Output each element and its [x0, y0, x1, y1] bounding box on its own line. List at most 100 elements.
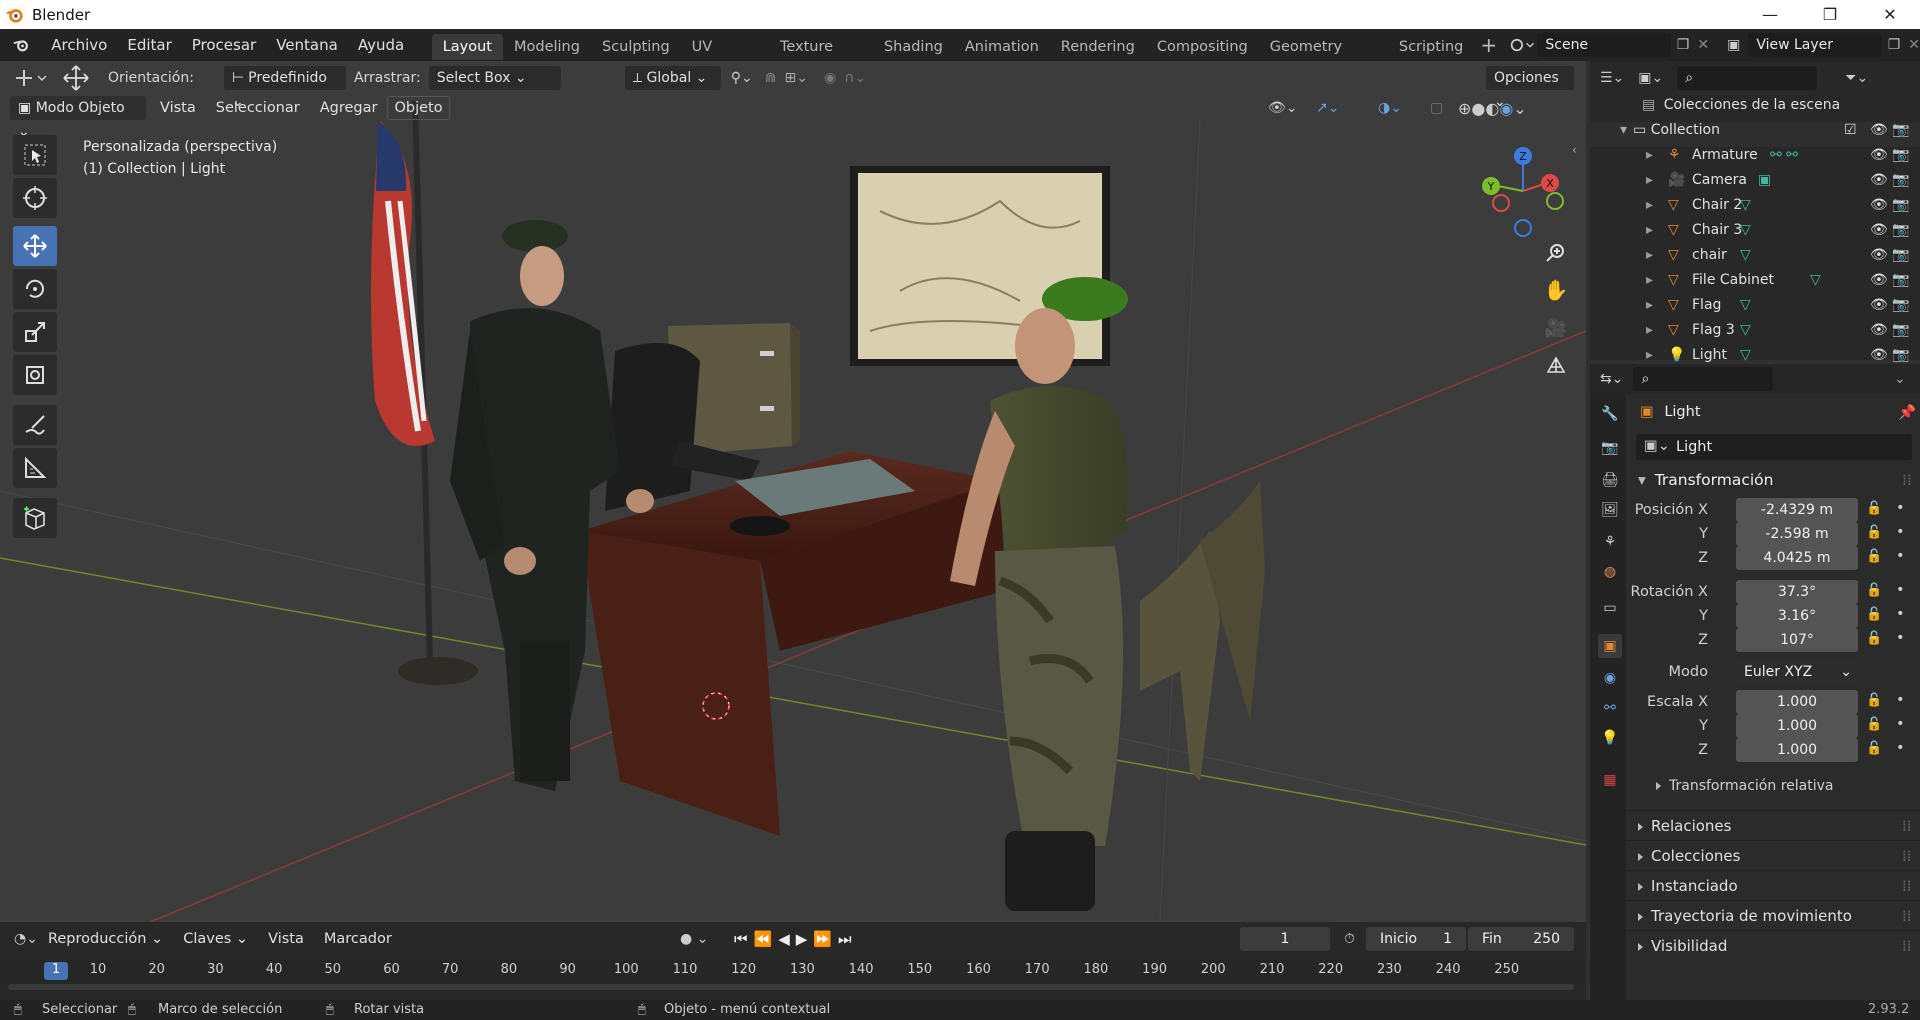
transform-tool-dropdown-icon[interactable] — [12, 68, 48, 88]
timeline-menu-reproduccion[interactable]: Reproducción ⌄ — [38, 923, 173, 955]
proportional-edit-icon[interactable]: ◉ — [824, 70, 836, 86]
world-tab-icon[interactable]: ◍ — [1598, 560, 1622, 584]
pan-button[interactable]: ✋ — [1540, 274, 1572, 306]
eye-icon[interactable]: 👁 — [1870, 222, 1888, 238]
ortho-toggle-button[interactable] — [1540, 349, 1572, 381]
tab-modeling[interactable]: Modeling — [503, 34, 591, 60]
expand-icon[interactable]: ▸ — [1646, 147, 1653, 163]
properties-panel[interactable]: Relaciones ⁞⁞ — [1626, 810, 1920, 840]
scene-field[interactable]: Scene — [1537, 33, 1671, 57]
lock-icon[interactable]: 🔓 — [1866, 631, 1882, 646]
drag-dropdown[interactable]: Select Box ⌄ — [428, 66, 561, 90]
outliner-editor-icon[interactable]: ☰⌄ — [1600, 70, 1624, 86]
outliner-item[interactable]: ▸ ▽ chair ▽ 👁 📷 — [1590, 247, 1920, 272]
display-mode-icon[interactable]: ▣⌄ — [1638, 70, 1663, 86]
render-icon[interactable]: 📷 — [1892, 272, 1909, 288]
outliner-item[interactable]: ▸ ⚘ Armature ⚯ ⚯ 👁 📷 — [1590, 147, 1920, 172]
lock-icon[interactable]: 🔓 — [1866, 583, 1882, 598]
shading-modes-icon[interactable]: ⊕●◐◉⌄ — [1458, 99, 1527, 118]
outliner-collection[interactable]: ▾ ▭ Collection ☑ 👁 📷 — [1590, 122, 1920, 147]
eye-icon[interactable]: 👁 — [1870, 322, 1888, 338]
lock-icon[interactable]: 🔓 — [1866, 693, 1882, 708]
frame-ruler[interactable]: 10 20 30 40 50 60 70 80 90 100 110 120 130 140 150 160 1… — [0, 958, 1586, 984]
properties-search[interactable]: ⌕ — [1633, 367, 1774, 391]
move-tool[interactable] — [13, 226, 57, 266]
3d-viewport[interactable]: Orientación: ⊢ Predefinido ⌄ Arrastrar: S… — [0, 61, 1586, 922]
snap-icon[interactable]: ⋒ — [765, 70, 777, 86]
properties-panel[interactable]: Visibilidad ⁞⁞ — [1626, 930, 1920, 960]
render-icon[interactable]: 📷 — [1892, 172, 1909, 188]
select-box-tool[interactable] — [13, 135, 57, 175]
falloff-icon[interactable]: ∩⌄ — [844, 70, 866, 86]
end-frame-field[interactable]: Fin 250 — [1468, 927, 1574, 951]
outliner-search[interactable]: ⌕ — [1677, 66, 1818, 90]
expand-icon[interactable]: ▸ — [1646, 347, 1653, 363]
tab-animation[interactable]: Animation — [954, 34, 1050, 60]
rotation-x-field[interactable]: 37.3° — [1736, 580, 1858, 604]
collection-checkbox[interactable]: ☑ — [1844, 122, 1857, 138]
keyframe-dot-icon[interactable]: • — [1896, 692, 1905, 708]
outliner-item[interactable]: ▸ ▽ Flag ▽ 👁 📷 — [1590, 297, 1920, 322]
outliner-root[interactable]: ▤ Colecciones de la escena — [1590, 97, 1920, 122]
rotation-z-field[interactable]: 107° — [1736, 628, 1858, 652]
properties-editor-icon[interactable]: ⇆⌄ — [1600, 371, 1623, 387]
keyframe-dot-icon[interactable]: • — [1896, 524, 1905, 540]
new-view-layer-icon[interactable]: ❐ — [1888, 37, 1901, 53]
view-layer-field[interactable]: View Layer — [1748, 33, 1882, 57]
lock-icon[interactable]: 🔓 — [1866, 501, 1882, 516]
add-workspace-icon[interactable]: + — [1480, 33, 1497, 57]
object-data-icon[interactable]: ▽ — [1740, 197, 1751, 213]
rotation-mode-dropdown[interactable]: Euler XYZ ⌄ — [1736, 660, 1858, 684]
overlay-toggle-icon[interactable]: ◑⌄ — [1378, 100, 1402, 116]
tab-texture-paint[interactable]: Texture Paint — [769, 34, 873, 81]
constraints-tab-icon[interactable]: ⚯ — [1598, 696, 1622, 720]
cursor-tool[interactable] — [13, 178, 57, 218]
keyframe-dot-icon[interactable]: • — [1896, 740, 1905, 756]
menu-ventana[interactable]: Ventana — [266, 29, 348, 61]
delete-view-layer-icon[interactable]: ✕ — [1908, 37, 1920, 53]
position-z-field[interactable]: 4.0425 m — [1736, 546, 1858, 570]
render-icon[interactable]: 📷 — [1892, 247, 1909, 263]
visibility-icon[interactable]: 👁⌄ — [1268, 100, 1298, 116]
render-icon[interactable]: 📷 — [1892, 197, 1909, 213]
object-data-icon[interactable]: ▽ — [1740, 347, 1751, 363]
minimize-button[interactable]: — — [1742, 0, 1798, 29]
scale-tool[interactable] — [13, 312, 57, 352]
expand-icon[interactable]: ▸ — [1646, 272, 1653, 288]
lock-icon[interactable]: 🔓 — [1866, 717, 1882, 732]
eye-icon[interactable]: 👁 — [1870, 247, 1888, 263]
timeline-menu-marcador[interactable]: Marcador — [314, 923, 402, 955]
scale-y-field[interactable]: 1.000 — [1736, 714, 1858, 738]
lock-icon[interactable]: 🔓 — [1866, 741, 1882, 756]
filter-icon[interactable]: ⏷⌄ — [1845, 70, 1868, 86]
lock-icon[interactable]: 🔓 — [1866, 607, 1882, 622]
render-icon[interactable]: 📷 — [1892, 297, 1909, 313]
viewport-menu-agregar[interactable]: Agregar — [310, 92, 388, 124]
render-icon[interactable]: 📷 — [1892, 147, 1909, 163]
current-frame-field[interactable]: 1 — [1240, 927, 1330, 951]
viewport-menu-vista[interactable]: Vista — [150, 92, 206, 124]
menu-archivo[interactable]: Archivo — [41, 29, 117, 61]
orientation-dropdown[interactable]: ⊢ Predefinido ⌄ — [223, 66, 346, 110]
editor-type-icon[interactable]: ◔⌄ — [14, 931, 38, 947]
view-layer-tab-icon[interactable]: 🖼 — [1598, 498, 1622, 522]
outliner-item[interactable]: ▸ ▽ File Cabinet ▽ 👁 📷 — [1590, 272, 1920, 297]
close-window-button[interactable]: ✕ — [1862, 0, 1918, 29]
eye-icon[interactable]: 👁 — [1870, 122, 1888, 138]
scene-render[interactable] — [0, 61, 1586, 922]
eye-icon[interactable]: 👁 — [1870, 272, 1888, 288]
navigation-gizmo[interactable]: Z X Y — [1475, 141, 1565, 241]
tab-geometry-nodes[interactable]: Geometry Nodes — [1259, 34, 1388, 81]
eye-icon[interactable]: 👁 — [1870, 147, 1888, 163]
object-data-icon[interactable]: ▽ — [1810, 272, 1821, 288]
mode-dropdown[interactable]: ▣ Modo Objeto ⌄ — [10, 96, 146, 140]
object-data-icon[interactable]: ▽ — [1740, 297, 1751, 313]
timeline-menu-claves[interactable]: Claves ⌄ — [173, 923, 258, 955]
render-icon[interactable]: 📷 — [1892, 122, 1909, 138]
properties-panel[interactable]: Trayectoria de movimiento ⁞⁞ — [1626, 900, 1920, 930]
rotate-tool[interactable] — [13, 269, 57, 309]
annotate-tool[interactable] — [13, 405, 57, 445]
outliner-item[interactable]: ▸ ▽ Chair 3 ▽ 👁 📷 — [1590, 222, 1920, 247]
relative-transform-subpanel[interactable]: Transformación relativa — [1656, 778, 1833, 794]
expand-icon[interactable]: ▸ — [1646, 247, 1653, 263]
